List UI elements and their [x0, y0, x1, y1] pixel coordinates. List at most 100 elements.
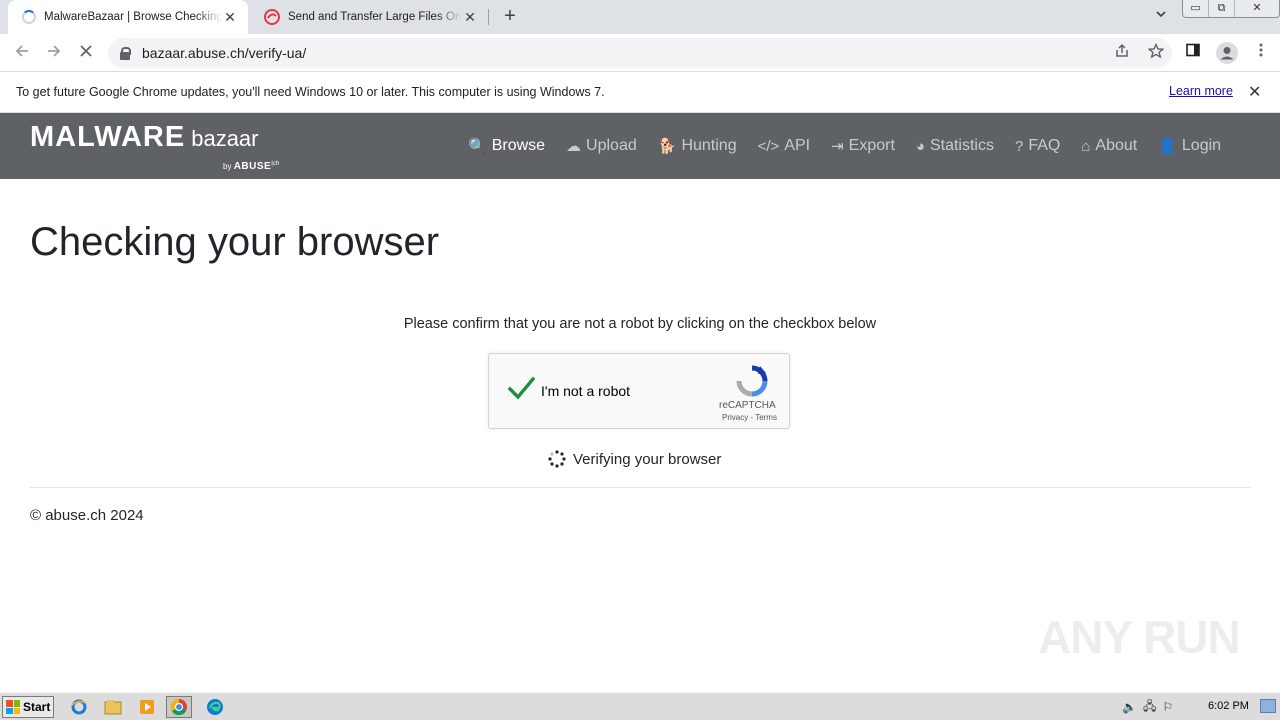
verifying-text: Verifying your browser	[573, 450, 722, 468]
copyright-text: © abuse.ch 2024	[30, 507, 144, 524]
site-navbar: MALWARE bazaar by ABUSE|ch 🔍 Browse ☁ Upload…	[0, 113, 1280, 179]
nav-login[interactable]: 👤 Login	[1158, 137, 1221, 155]
nav-label: FAQ	[1028, 137, 1061, 154]
nav-label: Statistics	[929, 137, 994, 154]
checkmark-icon[interactable]	[507, 374, 535, 402]
tab-close-icon[interactable]: ✕	[222, 9, 238, 26]
logo-byline: by ABUSE|ch	[223, 161, 279, 172]
arrow-left-icon	[15, 45, 28, 57]
stop-loading-button[interactable]	[75, 42, 97, 64]
dog-icon: 🐕	[657, 138, 677, 155]
url-text[interactable]: bazaar.abuse.ch/verify-ua/	[142, 45, 306, 61]
start-label: Start	[23, 700, 51, 714]
volume-icon[interactable]: 🔈	[1122, 700, 1137, 714]
share-icon[interactable]	[1112, 43, 1132, 63]
nav-hunting[interactable]: 🐕 Hunting	[658, 137, 737, 155]
action-center-flag-icon[interactable]: ⚐	[1162, 700, 1173, 714]
logo-bazaar: bazaar	[191, 126, 259, 151]
lock-icon[interactable]	[120, 46, 131, 60]
tab-close-icon[interactable]: ✕	[462, 9, 478, 26]
tab-separator	[488, 9, 489, 25]
system-tray: 🔈 🖧 ⚐	[1122, 696, 1173, 718]
logo-malware: MALWARE	[30, 121, 186, 153]
infobar-close-icon[interactable]: ✕	[1248, 82, 1261, 102]
file-export-icon: ⇥	[831, 138, 844, 155]
stop-x-icon	[80, 45, 92, 57]
minimize-button[interactable]: ▭	[1183, 0, 1209, 17]
infobar-message: To get future Google Chrome updates, you…	[16, 85, 605, 99]
logo-abuse: ABUSE	[233, 161, 272, 172]
file-explorer-icon[interactable]	[100, 696, 126, 718]
nav-upload[interactable]: ☁ Upload	[566, 137, 637, 155]
update-infobar: To get future Google Chrome updates, you…	[0, 72, 1280, 113]
windows-taskbar: Start 🔈 🖧 ⚐ 6:02 PM	[0, 692, 1280, 720]
malwarebazaar-logo[interactable]: MALWARE bazaar by ABUSE|ch	[30, 121, 279, 172]
menu-kebab-icon[interactable]	[1250, 42, 1272, 64]
tab-title: MalwareBazaar | Browse Checking your bro…	[44, 11, 222, 23]
recaptcha-logo-icon	[736, 365, 768, 397]
nav-label: API	[784, 137, 811, 154]
browser-toolbar: bazaar.abuse.ch/verify-ua/	[0, 34, 1280, 72]
anyrun-watermark: ANY RUN	[1038, 611, 1241, 663]
chrome-taskbar-icon[interactable]	[166, 696, 192, 718]
tab-search-chevron-icon[interactable]	[1152, 8, 1170, 26]
media-player-icon[interactable]	[134, 696, 160, 718]
cloud-upload-icon: ☁	[566, 138, 582, 155]
back-button[interactable]	[11, 42, 33, 64]
side-panel-icon[interactable]	[1182, 42, 1204, 64]
profile-avatar-icon[interactable]	[1216, 42, 1238, 64]
confirm-instruction: Please confirm that you are not a robot …	[403, 316, 877, 332]
address-bar[interactable]: bazaar.abuse.ch/verify-ua/	[108, 38, 1172, 68]
loading-spinner-icon	[22, 10, 36, 24]
captcha-label[interactable]: I'm not a robot	[541, 383, 630, 399]
show-desktop-button[interactable]	[1260, 699, 1276, 713]
logo-by: by	[223, 162, 232, 171]
nav-statistics[interactable]: ◕ Statistics	[916, 137, 994, 155]
windows-logo-icon	[6, 700, 20, 714]
arrow-right-icon	[48, 45, 61, 57]
recaptcha-widget[interactable]: I'm not a robot reCAPTCHA Privacy - Term…	[488, 353, 790, 429]
close-window-button[interactable]: ✕	[1235, 0, 1279, 17]
user-icon: 👤	[1158, 138, 1177, 155]
site-menu: 🔍 Browse ☁ Upload 🐕 Hunting </> API ⇥ Export ◕ Stat…	[468, 113, 1242, 179]
window-controls: ▭ ⧉ ✕	[1182, 0, 1280, 18]
nav-export[interactable]: ⇥ Export	[831, 137, 895, 155]
question-icon: ?	[1014, 137, 1024, 155]
forward-button[interactable]	[43, 42, 65, 64]
page-title: Checking your browser	[30, 220, 440, 264]
code-icon: </>	[757, 137, 780, 155]
nav-label: Hunting	[681, 137, 737, 154]
restore-button[interactable]: ⧉	[1209, 0, 1235, 17]
nav-label: Login	[1181, 137, 1222, 154]
taskbar-clock[interactable]: 6:02 PM	[1208, 700, 1249, 712]
edge-taskbar-icon[interactable]	[202, 696, 228, 718]
nav-label: Browse	[491, 137, 546, 154]
search-icon: 🔍	[468, 138, 487, 155]
building-icon: ⌂	[1081, 137, 1091, 155]
internet-explorer-icon[interactable]	[66, 696, 92, 718]
footer-divider	[30, 487, 1250, 488]
recaptcha-brand: reCAPTCHA	[719, 400, 776, 411]
tab-file-transfer[interactable]: Send and Transfer Large Files Online ✕	[250, 0, 488, 34]
nav-faq[interactable]: ? FAQ	[1015, 137, 1060, 155]
start-button[interactable]: Start	[2, 696, 54, 718]
tab-title: Send and Transfer Large Files Online	[288, 11, 462, 23]
tab-malwarebazaar[interactable]: MalwareBazaar | Browse Checking your bro…	[8, 0, 248, 34]
pie-chart-icon: ◕	[915, 137, 925, 155]
site-favicon-icon	[264, 9, 280, 25]
nav-label: Export	[848, 137, 895, 154]
recaptcha-privacy-terms[interactable]: Privacy - Terms	[722, 413, 777, 422]
bookmark-star-icon[interactable]	[1146, 42, 1166, 63]
verifying-status: Verifying your browser	[548, 450, 721, 468]
nav-label: Upload	[586, 137, 637, 154]
nav-browse[interactable]: 🔍 Browse	[468, 137, 545, 155]
new-tab-button[interactable]: +	[498, 5, 522, 29]
network-icon[interactable]: 🖧	[1143, 697, 1156, 718]
loading-dots-icon	[548, 450, 566, 468]
learn-more-link[interactable]: Learn more	[1169, 84, 1233, 98]
browser-tabstrip: MalwareBazaar | Browse Checking your bro…	[0, 0, 1280, 34]
nav-api[interactable]: </> API	[758, 137, 810, 155]
nav-about[interactable]: ⌂ About	[1081, 137, 1137, 155]
logo-ch: |ch	[271, 161, 280, 167]
nav-label: About	[1095, 137, 1138, 154]
